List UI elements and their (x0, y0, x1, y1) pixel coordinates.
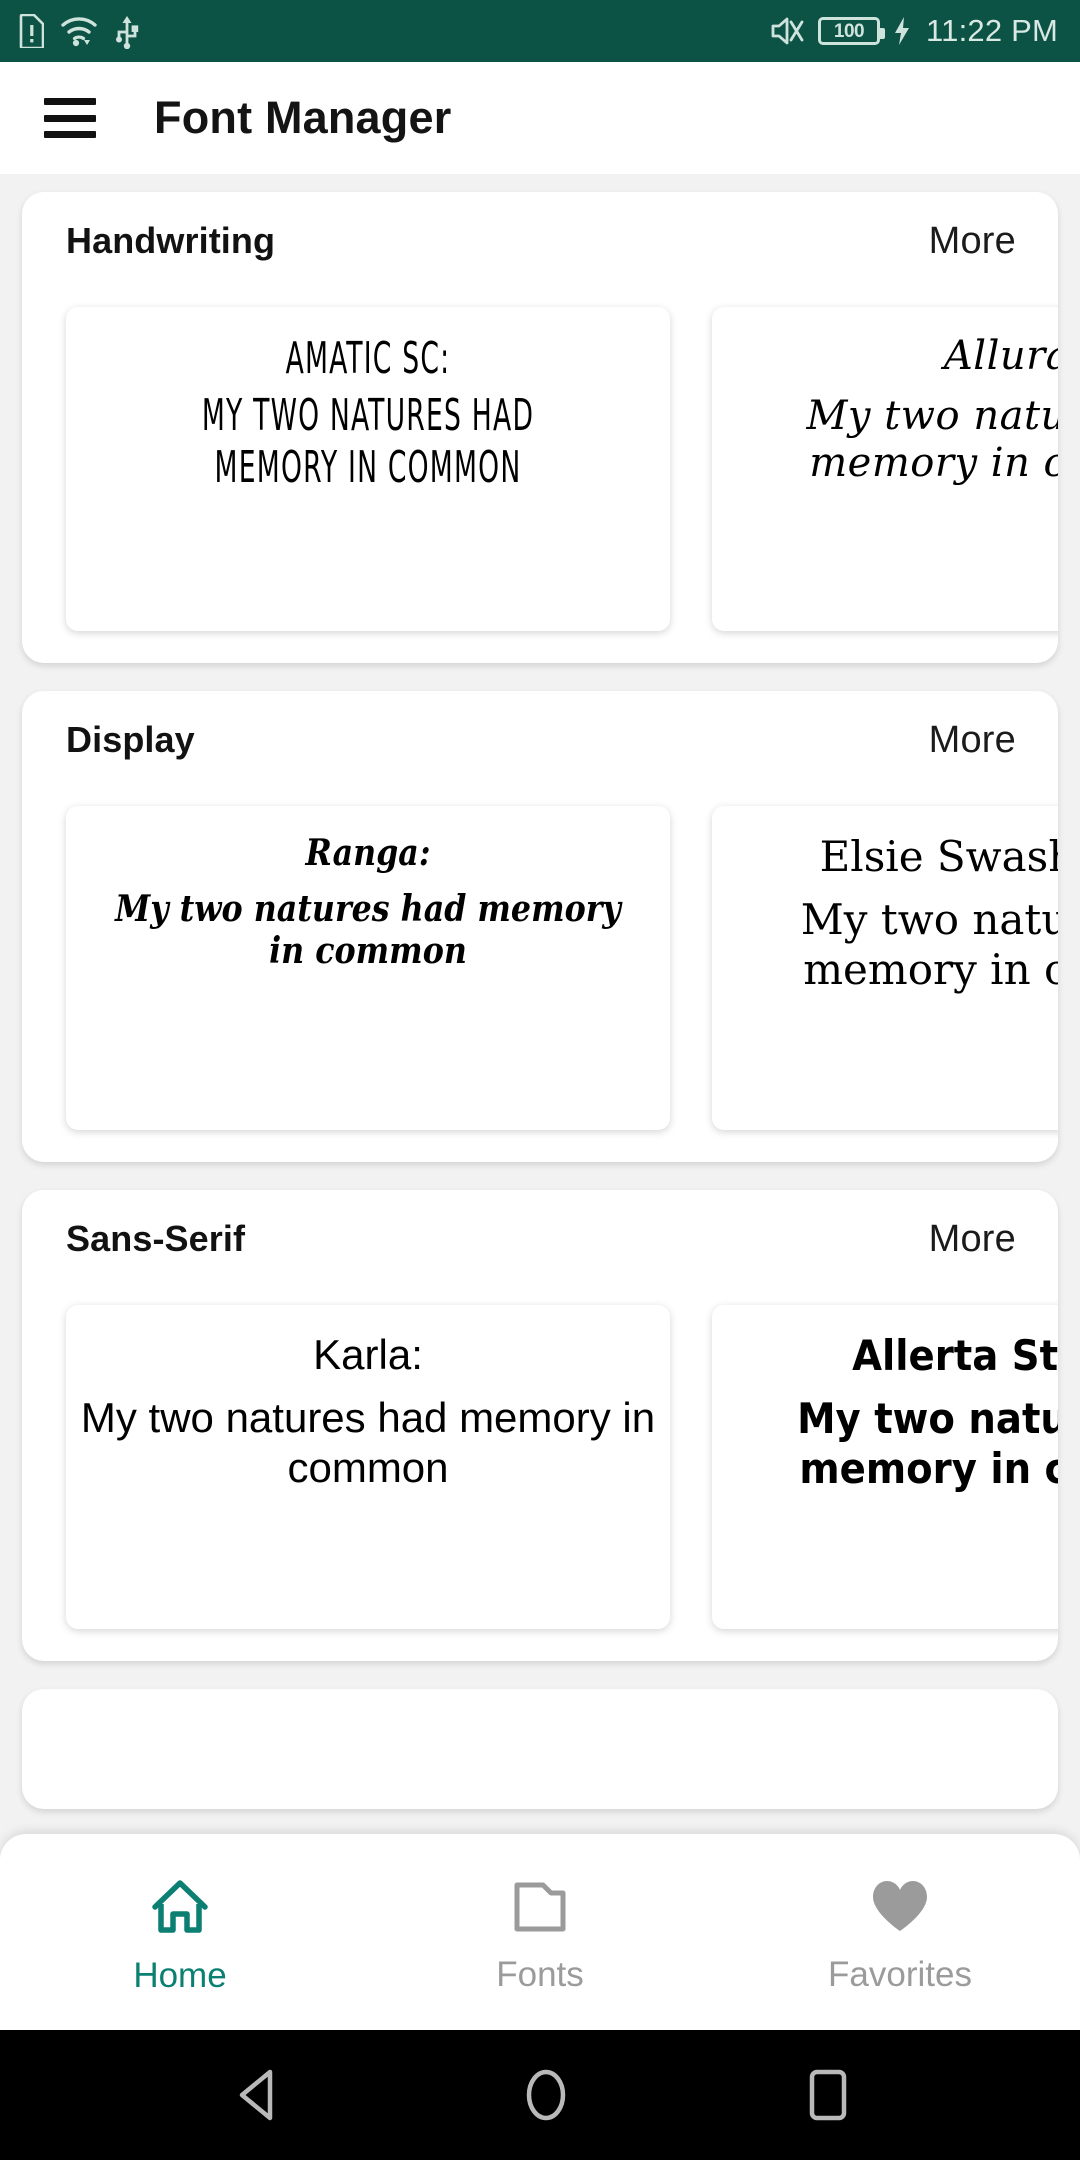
android-system-nav (0, 2030, 1080, 2160)
home-icon (152, 1880, 208, 1933)
font-sample-text: My two natures had memory in common (806, 393, 1058, 487)
nav-label-home: Home (133, 1956, 227, 1995)
section-sans-serif: Sans-Serif More Karla: My two natures ha… (22, 1190, 1058, 1661)
nav-label-favorites: Favorites (828, 1955, 972, 1994)
section-display: Display More Ranga: My two natures had m… (22, 691, 1058, 1162)
section-next-partial (22, 1689, 1058, 1809)
nav-item-fonts[interactable]: Fonts (440, 1879, 640, 1995)
status-bar-left-icons (18, 13, 140, 49)
section-header: Display More (22, 719, 1058, 762)
font-card[interactable]: Allerta Stencil: My two natures had memo… (712, 1305, 1058, 1629)
nav-item-favorites[interactable]: Favorites (800, 1879, 1000, 1995)
clock-label: 11:22 PM (926, 13, 1058, 48)
hamburger-menu-icon[interactable] (44, 98, 96, 138)
font-card[interactable]: Allura: My two natures had memory in com… (712, 307, 1058, 631)
home-circle-icon[interactable] (522, 2066, 570, 2124)
usb-icon (116, 16, 139, 49)
font-card[interactable]: Karla: My two natures had memory in comm… (66, 1305, 670, 1629)
status-bar: 100 11:22 PM (0, 0, 1080, 62)
font-name-label: Allerta Stencil: (851, 1331, 1058, 1380)
recents-square-icon[interactable] (806, 2067, 850, 2123)
bottom-navigation-bar: Home Fonts Favorites (0, 1834, 1080, 2030)
section-handwriting: Handwriting More Amatic SC: My two natur… (22, 192, 1058, 663)
font-sample-text: My two natures had memory in common (115, 888, 621, 973)
font-sample-text: My two natures had memory in common (800, 895, 1058, 994)
font-name-label: Karla: (313, 1331, 423, 1378)
section-title: Sans-Serif (66, 1218, 246, 1259)
nav-item-home[interactable]: Home (80, 1878, 280, 1996)
battery-icon: 100 (818, 17, 885, 45)
font-name-label: Amatic SC: (285, 333, 451, 384)
back-triangle-icon[interactable] (230, 2066, 286, 2124)
font-sample-text: My two natures had memory in common (80, 1394, 656, 1491)
wifi-icon (61, 17, 97, 47)
battery-level-label: 100 (833, 20, 865, 42)
folder-icon (514, 1882, 566, 1932)
font-card-row[interactable]: Karla: My two natures had memory in comm… (22, 1305, 1058, 1635)
charging-bolt-icon (895, 17, 909, 45)
section-title: Display (66, 719, 195, 760)
section-header: Handwriting More (22, 220, 1058, 263)
font-name-label: Ranga: (305, 832, 431, 874)
status-bar-right-icons: 100 11:22 PM (769, 13, 1058, 49)
mute-icon (771, 17, 804, 45)
more-link[interactable]: More (929, 719, 1016, 762)
font-card-row[interactable]: Ranga: My two natures had memory in comm… (22, 806, 1058, 1136)
sim-warning-icon (19, 14, 44, 48)
more-link[interactable]: More (929, 1218, 1016, 1261)
font-card-row[interactable]: Amatic SC: My two natures had memory in … (22, 307, 1058, 637)
font-sample-text: My two natures had memory in common (797, 1394, 1058, 1493)
font-card[interactable]: Elsie Swash Caps: My two natures had mem… (712, 806, 1058, 1130)
app-bar: Font Manager (0, 62, 1080, 174)
more-link[interactable]: More (929, 220, 1016, 263)
nav-label-fonts: Fonts (496, 1955, 584, 1994)
section-title: Handwriting (66, 220, 276, 261)
font-name-label: Elsie Swash Caps: (819, 832, 1058, 881)
font-card[interactable]: Ranga: My two natures had memory in comm… (66, 806, 670, 1130)
section-header: Sans-Serif More (22, 1218, 1058, 1261)
page-title: Font Manager (154, 92, 452, 143)
font-card[interactable]: Amatic SC: My two natures had memory in … (66, 307, 670, 631)
phone-screen: 100 11:22 PM Font Manager Handwriting Mo… (0, 0, 1080, 2160)
heart-icon (873, 1881, 927, 1931)
font-name-label: Allura: (943, 333, 1058, 379)
font-sample-text: My two natures had memory in common (201, 390, 535, 493)
